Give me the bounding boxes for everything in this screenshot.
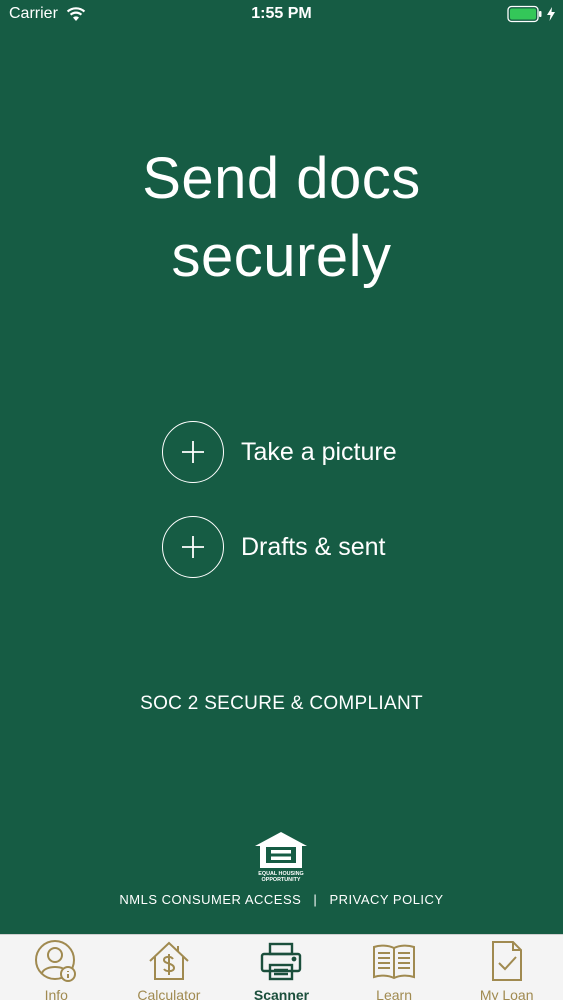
charging-icon	[547, 7, 555, 21]
battery-icon	[507, 5, 555, 23]
tab-scanner-label: Scanner	[253, 987, 310, 1000]
footer-links: NMLS CONSUMER ACCESS | PRIVACY POLICY	[0, 892, 563, 907]
printer-icon	[259, 939, 303, 983]
equal-housing-logo: EQUAL HOUSING OPPORTUNITY	[252, 830, 310, 883]
person-info-icon	[34, 939, 78, 983]
drafts-sent-label: Drafts & sent	[241, 532, 386, 561]
tab-learn-label: Learn	[376, 987, 412, 1000]
headline-line-2: securely	[171, 224, 392, 289]
take-picture-label: Take a picture	[241, 437, 397, 466]
footer-separator: |	[313, 892, 318, 907]
tab-calculator-label: Calculator	[137, 987, 201, 1000]
nmls-consumer-access-link[interactable]: NMLS CONSUMER ACCESS	[119, 892, 301, 907]
privacy-policy-link[interactable]: PRIVACY POLICY	[329, 892, 443, 907]
plus-circle-icon	[162, 421, 224, 483]
plus-circle-icon	[162, 516, 224, 578]
status-bar: Carrier 1:55 PM	[0, 0, 563, 30]
soc-compliance-text: SOC 2 SECURE & COMPLIANT	[140, 693, 423, 714]
document-check-icon	[485, 939, 529, 983]
tab-scanner[interactable]: Scanner	[225, 935, 338, 1000]
tab-info[interactable]: Info	[0, 935, 113, 1000]
drafts-sent-button[interactable]: Drafts & sent	[162, 516, 386, 578]
tab-my-loan[interactable]: My Loan	[450, 935, 563, 1000]
svg-text:OPPORTUNITY: OPPORTUNITY	[262, 877, 301, 882]
tab-my-loan-label: My Loan	[479, 987, 534, 1000]
tab-calculator[interactable]: Calculator	[113, 935, 226, 1000]
clock: 1:55 PM	[251, 5, 312, 22]
take-picture-button[interactable]: Take a picture	[162, 421, 397, 483]
tab-bar: Info Calculator Scanner Learn My Loan	[0, 934, 563, 1000]
headline-line-1: Send docs	[142, 146, 421, 211]
tab-info-label: Info	[44, 987, 68, 1000]
house-dollar-icon	[147, 939, 191, 983]
book-icon	[372, 939, 416, 983]
tab-learn[interactable]: Learn	[338, 935, 451, 1000]
page-title: Send docs securely	[0, 140, 563, 296]
